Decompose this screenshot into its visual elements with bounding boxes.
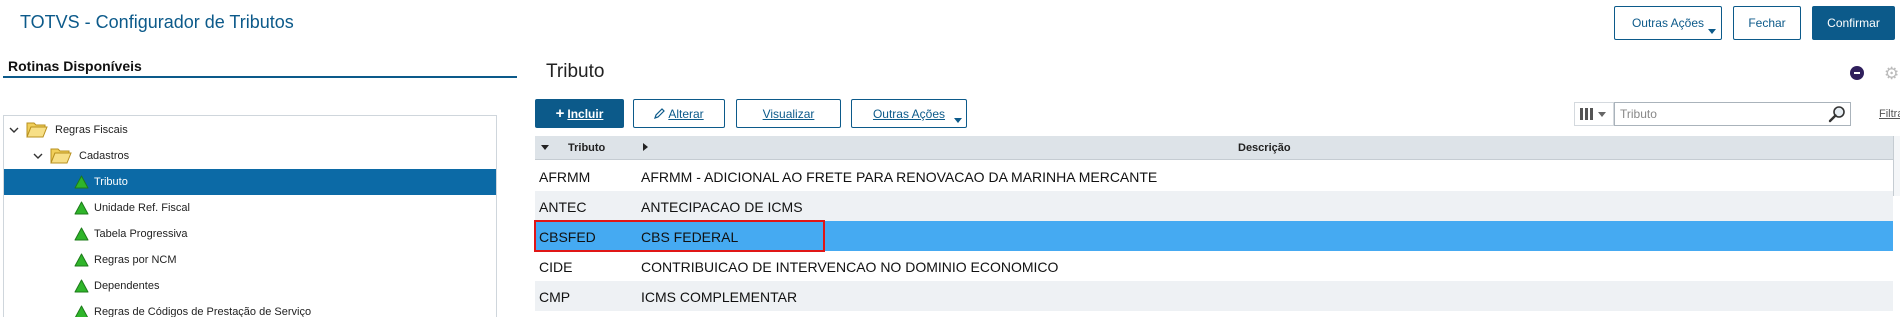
tributo-grid: Tributo Descrição AFRMM AFRMM - ADICIONA… bbox=[535, 136, 1893, 317]
fechar-label: Fechar bbox=[1748, 16, 1786, 30]
table-row[interactable]: CIDE CONTRIBUICAO DE INTERVENCAO NO DOMI… bbox=[535, 251, 1893, 281]
incluir-button[interactable]: + Incluir bbox=[535, 99, 624, 128]
green-triangle-icon bbox=[74, 253, 89, 267]
grid-scrollbar[interactable] bbox=[1893, 136, 1900, 196]
plus-icon: + bbox=[555, 105, 565, 122]
visualizar-button[interactable]: Visualizar bbox=[736, 99, 841, 128]
green-triangle-icon bbox=[74, 305, 89, 317]
tree-item-regras-por-ncm[interactable]: Regras por NCM bbox=[4, 247, 496, 273]
cell-descricao: CBS FEDERAL bbox=[641, 229, 739, 245]
column-header-descricao[interactable]: Descrição bbox=[1238, 142, 1291, 154]
confirmar-button[interactable]: Confirmar bbox=[1812, 6, 1895, 40]
cell-descricao: CONTRIBUICAO DE INTERVENCAO NO DOMINIO E… bbox=[641, 259, 1059, 275]
green-triangle-icon bbox=[74, 279, 89, 293]
cell-descricao: ICMS COMPLEMENTAR bbox=[641, 289, 798, 305]
tree-item-dependentes[interactable]: Dependentes bbox=[4, 273, 496, 299]
rotinas-disponiveis-title: Rotinas Disponíveis bbox=[8, 58, 142, 74]
table-row-selected[interactable]: CBSFED CBS FEDERAL bbox=[535, 221, 1893, 251]
chevron-right-icon[interactable] bbox=[643, 143, 648, 151]
title-divider bbox=[3, 76, 517, 78]
folder-open-icon bbox=[50, 147, 72, 164]
column-selector-button[interactable] bbox=[1574, 102, 1614, 126]
collapse-icon[interactable] bbox=[1850, 66, 1864, 80]
columns-icon bbox=[1580, 108, 1593, 120]
cell-tributo: AFRMM bbox=[539, 169, 591, 185]
search-input[interactable] bbox=[1614, 102, 1851, 126]
tree-item-label: Unidade Ref. Fiscal bbox=[94, 202, 190, 214]
tree-item-label: Dependentes bbox=[94, 280, 160, 292]
tree-item-regras-fiscais[interactable]: Regras Fiscais bbox=[4, 117, 496, 143]
green-triangle-icon bbox=[74, 201, 89, 215]
rotinas-tree: Regras Fiscais Cadastros Tributo Unidade… bbox=[3, 115, 497, 317]
table-row[interactable]: CMP ICMS COMPLEMENTAR bbox=[535, 281, 1893, 311]
outras-acoes-header-button[interactable]: Outras Ações bbox=[1614, 6, 1722, 40]
cell-tributo: ANTEC bbox=[539, 199, 587, 215]
chevron-down-icon bbox=[1708, 29, 1716, 34]
app-title: TOTVS - Configurador de Tributos bbox=[20, 12, 294, 32]
cell-descricao: ANTECIPACAO DE ICMS bbox=[641, 199, 803, 215]
cell-tributo: CIDE bbox=[539, 259, 573, 275]
tree-item-tabela-progressiva[interactable]: Tabela Progressiva bbox=[4, 221, 496, 247]
tree-item-regras-codigos-prestacao-servico[interactable]: Regras de Códigos de Prestação de Serviç… bbox=[4, 299, 496, 317]
search-icon[interactable] bbox=[1828, 105, 1846, 123]
gear-icon[interactable]: ⚙ bbox=[1884, 64, 1899, 84]
alterar-button[interactable]: Alterar bbox=[633, 99, 725, 128]
green-triangle-icon bbox=[74, 175, 89, 189]
cell-descricao: AFRMM - ADICIONAL AO FRETE PARA RENOVACA… bbox=[641, 169, 1158, 185]
visualizar-label: Visualizar bbox=[762, 106, 815, 121]
folder-open-icon bbox=[26, 121, 48, 138]
page-title: Tributo bbox=[546, 61, 605, 82]
filter-link[interactable]: Filtra bbox=[1879, 108, 1900, 120]
chevron-down-icon[interactable] bbox=[33, 151, 43, 161]
cell-tributo: CBSFED bbox=[539, 229, 596, 245]
cell-tributo: CMP bbox=[539, 289, 571, 305]
tree-item-unidade-ref-fiscal[interactable]: Unidade Ref. Fiscal bbox=[4, 195, 496, 221]
chevron-down-icon bbox=[954, 118, 962, 123]
sort-desc-icon[interactable] bbox=[541, 145, 549, 150]
confirmar-label: Confirmar bbox=[1827, 16, 1880, 30]
tree-item-label: Tributo bbox=[94, 176, 128, 188]
tree-item-label: Regras de Códigos de Prestação de Serviç… bbox=[94, 306, 312, 317]
outras-acoes-toolbar-button[interactable]: Outras Ações bbox=[851, 99, 967, 128]
chevron-down-icon[interactable] bbox=[9, 125, 19, 135]
outras-acoes-header-label: Outras Ações bbox=[1631, 16, 1705, 30]
outras-acoes-toolbar-label: Outras Ações bbox=[872, 106, 946, 121]
column-header-tributo[interactable]: Tributo bbox=[568, 142, 605, 154]
table-row[interactable]: ANTEC ANTECIPACAO DE ICMS bbox=[535, 191, 1893, 221]
pencil-icon bbox=[654, 108, 666, 119]
tree-item-label: Regras por NCM bbox=[94, 254, 177, 266]
fechar-button[interactable]: Fechar bbox=[1733, 6, 1801, 40]
tree-item-tributo[interactable]: Tributo bbox=[4, 169, 496, 195]
green-triangle-icon bbox=[74, 227, 89, 241]
grid-header: Tributo Descrição bbox=[535, 136, 1893, 160]
tree-item-label: Regras Fiscais bbox=[55, 124, 128, 136]
tree-item-cadastros[interactable]: Cadastros bbox=[4, 143, 496, 169]
incluir-label: Incluir bbox=[567, 106, 604, 121]
tree-item-label: Cadastros bbox=[79, 150, 130, 162]
alterar-label: Alterar bbox=[668, 106, 704, 121]
tree-item-label: Tabela Progressiva bbox=[94, 228, 188, 240]
chevron-down-icon bbox=[1598, 111, 1606, 117]
table-row[interactable]: AFRMM AFRMM - ADICIONAL AO FRETE PARA RE… bbox=[535, 161, 1893, 191]
